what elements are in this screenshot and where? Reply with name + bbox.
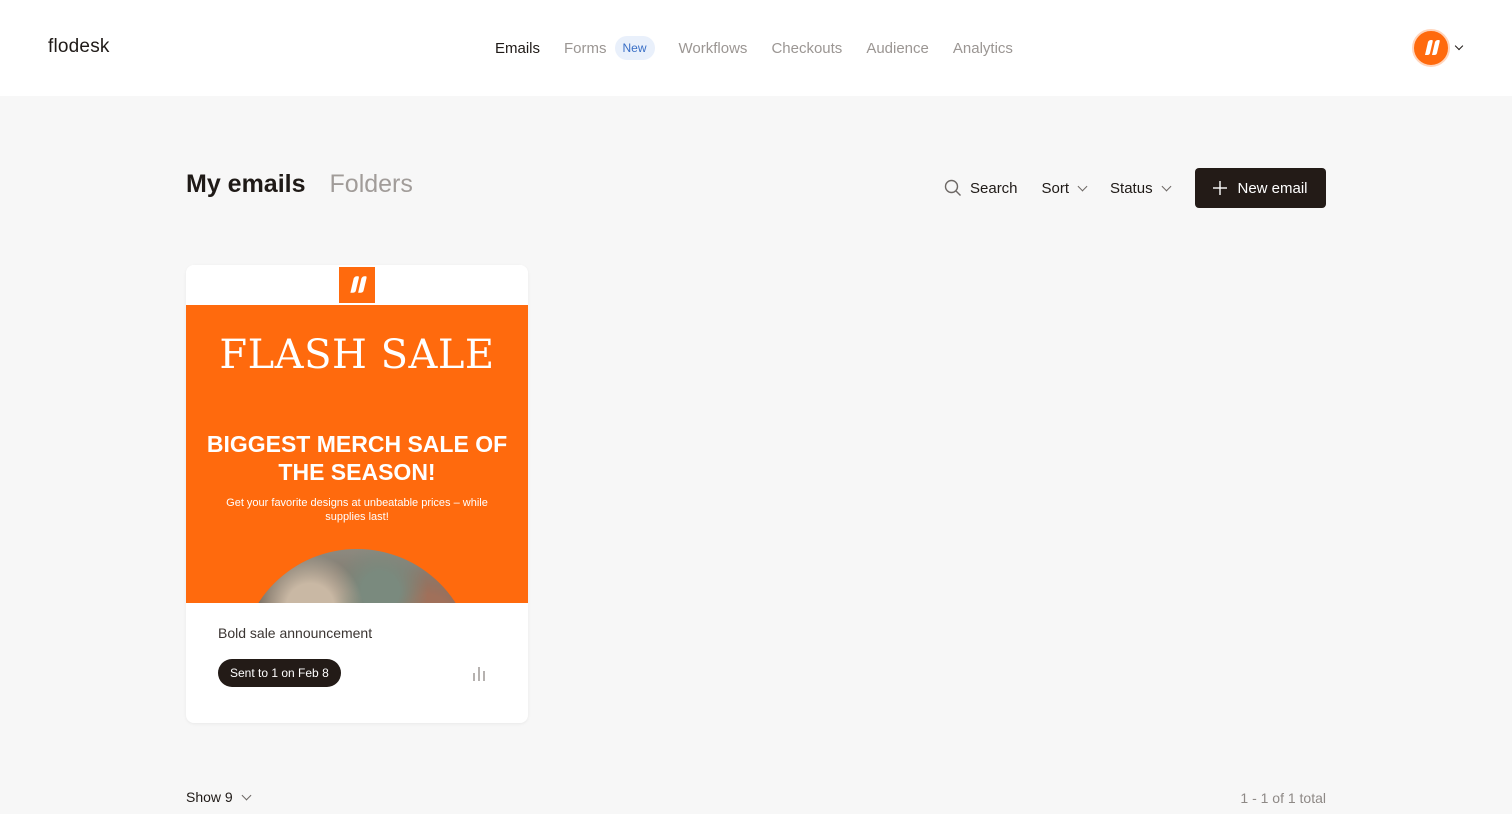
chevron-down-icon <box>1161 181 1172 191</box>
page-size-dropdown[interactable]: Show 9 <box>186 789 252 805</box>
page-title[interactable]: My emails <box>186 170 306 199</box>
page-title-row: My emails Folders <box>186 170 413 199</box>
nav-item-label: Workflows <box>678 39 748 57</box>
preview-photo <box>240 549 474 603</box>
email-title: Bold sale announcement <box>218 625 373 641</box>
search-label: Search <box>970 179 1018 197</box>
sort-dropdown[interactable]: Sort <box>1041 179 1088 197</box>
chevron-down-icon <box>1454 41 1464 51</box>
pagination-total: 1 - 1 of 1 total <box>1240 790 1326 806</box>
email-preview: FLASH SALE BIGGEST MERCH SALE OF THE SEA… <box>186 305 528 603</box>
sort-label: Sort <box>1041 179 1070 197</box>
email-preview-header <box>186 265 528 305</box>
status-badge: Sent to 1 on Feb 8 <box>218 659 341 687</box>
new-email-button[interactable]: New email <box>1195 168 1326 208</box>
card-body: Bold sale announcement Sent to 1 on Feb … <box>186 603 528 709</box>
brand-logo-icon <box>339 267 375 303</box>
app-logo[interactable]: flodesk <box>48 36 110 58</box>
bar-chart-icon[interactable] <box>472 665 486 681</box>
nav-item-label: Analytics <box>952 39 1013 57</box>
avatar[interactable] <box>1412 29 1450 67</box>
chevron-down-icon <box>241 790 252 800</box>
page-size-label: Show 9 <box>186 789 233 805</box>
account-menu[interactable] <box>1412 29 1464 67</box>
main-nav: Emails Forms New Workflows Checkouts Aud… <box>495 31 1037 65</box>
nav-item-analytics[interactable]: Analytics <box>953 40 1013 57</box>
top-header: flodesk Emails Forms New Workflows Check… <box>0 0 1512 96</box>
preview-subheadline: BIGGEST MERCH SALE OF THE SEASON! <box>206 431 508 485</box>
preview-headline: FLASH SALE <box>219 332 495 378</box>
email-actions: Search Sort Status <box>944 168 1194 208</box>
nav-item-label: Checkouts <box>771 39 843 57</box>
nav-item-emails[interactable]: Emails <box>495 40 540 57</box>
new-badge: New <box>614 36 655 60</box>
nav-item-audience[interactable]: Audience <box>866 40 929 57</box>
status-dropdown[interactable]: Status <box>1110 179 1172 197</box>
plus-icon <box>1213 181 1228 195</box>
nav-item-workflows[interactable]: Workflows <box>679 40 748 57</box>
card-footer: Sent to 1 on Feb 8 <box>218 659 496 687</box>
nav-item-label: Emails <box>495 39 541 57</box>
new-email-label: New email <box>1237 179 1308 197</box>
nav-item-label: Audience <box>866 39 929 57</box>
nav-item-forms[interactable]: Forms New <box>564 36 655 60</box>
preview-body: Get your favorite designs at unbeatable … <box>226 497 488 523</box>
chevron-down-icon <box>1077 181 1088 191</box>
status-label: Status <box>1110 179 1153 197</box>
tab-folders[interactable]: Folders <box>330 170 413 199</box>
email-card[interactable]: FLASH SALE BIGGEST MERCH SALE OF THE SEA… <box>186 265 528 723</box>
nav-item-checkouts[interactable]: Checkouts <box>771 40 842 57</box>
nav-item-label: Forms <box>564 39 607 57</box>
search-icon <box>944 179 961 196</box>
brand-logo-icon <box>1425 40 1440 55</box>
search-button[interactable]: Search <box>944 179 1018 197</box>
